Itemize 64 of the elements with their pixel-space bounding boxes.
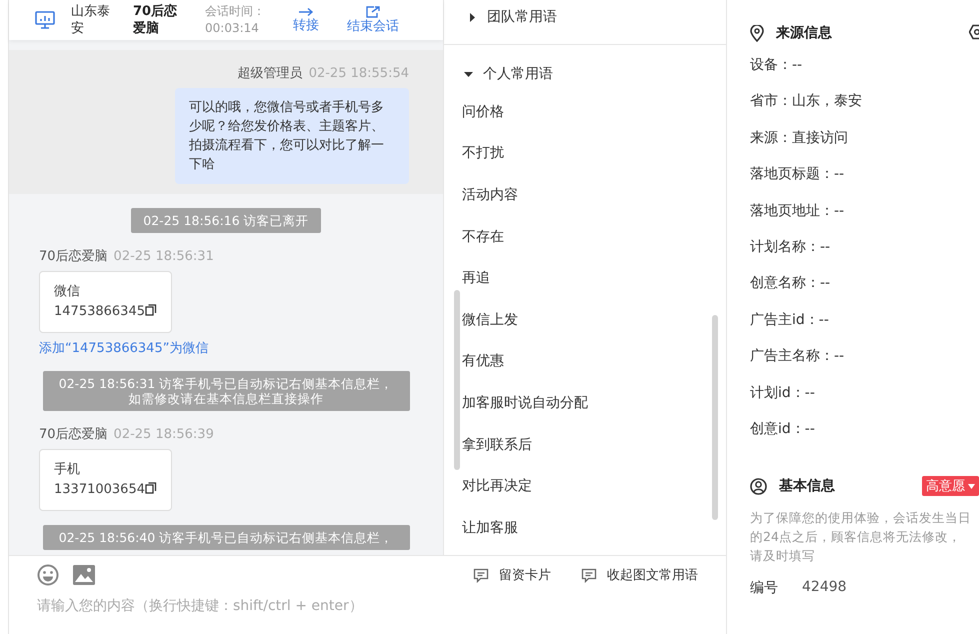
message-meta: 70后恋爱脑 02-25 18:56:31 [39, 248, 214, 265]
phrase-item[interactable]: 对比再决定 [462, 465, 532, 507]
info-field: 落地页地址：-- [750, 202, 979, 238]
message-meta: 70后恋爱脑 02-25 18:56:39 [39, 426, 214, 443]
field-label: 编号 [750, 579, 778, 598]
monitor-icon [35, 11, 55, 29]
info-field: 省市：山东，泰安 [750, 92, 979, 129]
info-field: 创意名称：-- [750, 274, 979, 311]
phrase-item[interactable]: 让加客服 [462, 506, 518, 549]
phrase-group-toggle[interactable]: 团队常用语 [466, 6, 559, 34]
message-input[interactable]: 请输入您的内容（换行快捷键：shift/ctrl + enter） [37, 598, 537, 614]
emoji-icon[interactable] [37, 564, 59, 586]
phrase-item[interactable]: 加客服时说自动分配 [462, 382, 588, 424]
phrase-group-toggle[interactable]: 个人常用语 [462, 63, 555, 91]
end-chat-button[interactable]: 结束会话 [347, 6, 399, 34]
caret-down-icon [968, 484, 975, 489]
system-notice: 02-25 18:56:31 访客手机号已自动标记右侧基本信息栏， 如需修改请在基本信息栏直接操作 [42, 371, 410, 411]
user-icon [750, 478, 767, 495]
phrase-item[interactable]: 再追 [462, 257, 490, 299]
info-field: 广告主名称：-- [750, 347, 979, 384]
add-wechat-link[interactable]: 添加“14753866345”为微信 [39, 339, 208, 357]
contact-card: 微信 14753866345 [39, 271, 172, 333]
notice-text: 为了保障您的使用体验，会话发生当日的24点之后，顾客信息将无法修改，请及时填写 [750, 509, 972, 566]
info-field: 计划名称：-- [750, 238, 979, 274]
image-icon[interactable] [73, 565, 95, 585]
visitor-location: 山东泰安 [71, 3, 111, 37]
visitor-name: 70后恋爱脑 [133, 3, 178, 37]
copy-icon[interactable] [144, 482, 157, 494]
location-pin-icon [750, 24, 764, 42]
info-field: 创意id：-- [750, 420, 979, 456]
exit-icon [366, 6, 380, 18]
message-icon [581, 568, 597, 582]
caret-down-icon [464, 70, 473, 78]
info-field: 来源：直接访问 [750, 128, 979, 166]
phrase-item[interactable]: 有优惠 [462, 340, 504, 382]
intent-tag-dropdown[interactable]: 高意愿 [922, 476, 979, 496]
phrase-item[interactable]: 不打扰 [462, 132, 504, 174]
arrow-icon [298, 6, 314, 16]
copy-icon[interactable] [144, 304, 157, 316]
message-icon [473, 568, 489, 582]
message-meta: 超级管理员 02-25 18:55:54 [238, 65, 409, 82]
section-title: 基本信息 [779, 477, 835, 496]
scrollbar[interactable] [712, 315, 718, 520]
caret-right-icon [468, 12, 477, 22]
phrase-item[interactable]: 拿到联系后 [462, 424, 532, 466]
info-field: 设备：-- [750, 56, 979, 92]
info-field: 计划id：-- [750, 384, 979, 420]
section-title: 来源信息 [776, 24, 832, 42]
scrollbar[interactable] [454, 290, 460, 470]
system-notice: 02-25 18:56:40 访客手机号已自动标记右侧基本信息栏， [42, 525, 410, 550]
session-duration: 会话时间： 00:03:14 [205, 3, 265, 37]
transfer-button[interactable]: 转接 [293, 6, 319, 34]
field-value: 42498 [802, 579, 847, 598]
system-notice: 02-25 18:56:16 访客已离开 [131, 208, 321, 233]
phrase-item[interactable]: 活动内容 [462, 174, 518, 216]
phrase-item[interactable]: 不存在 [462, 216, 504, 258]
phrase-item[interactable]: 问价格 [462, 91, 504, 133]
contact-card: 手机 13371003654 [39, 449, 172, 511]
phrase-item[interactable]: 微信上发 [462, 298, 518, 341]
info-field: 落地页标题：-- [750, 165, 979, 202]
info-field: 广告主id：-- [750, 310, 979, 348]
toolbar-button[interactable]: 留资卡片 [473, 566, 551, 584]
toolbar-button[interactable]: 收起图文常用语 [581, 566, 698, 584]
message-bubble: 可以的哦，您微信号或者手机号多少呢？给您发价格表、主题客片、拍摄流程看下，您可以对比了解一下哈 [175, 88, 409, 184]
